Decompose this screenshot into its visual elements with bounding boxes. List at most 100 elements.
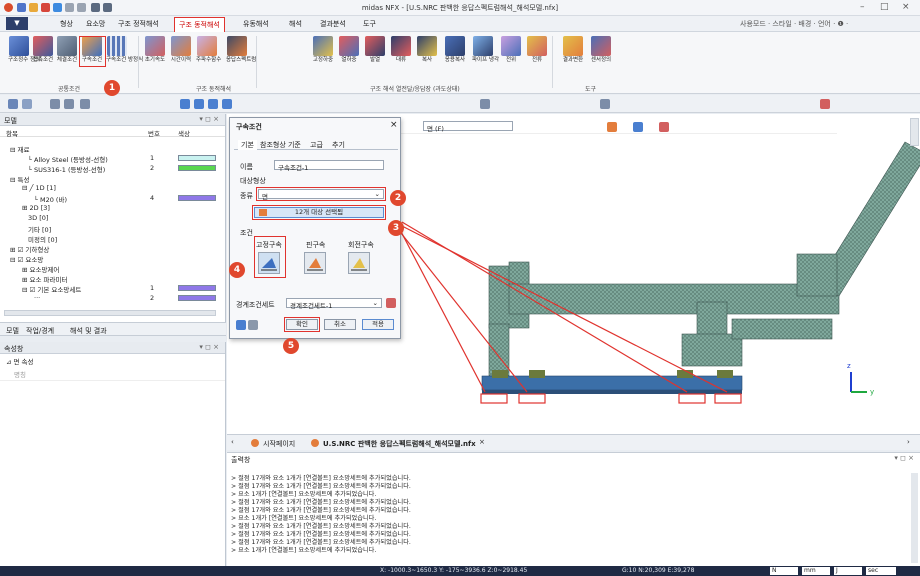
dialog-close-icon[interactable]: × <box>390 120 398 130</box>
time-history-icon <box>171 36 191 56</box>
file-menu-button[interactable]: ▼ <box>6 17 28 30</box>
dialog-info-icon[interactable] <box>248 320 258 330</box>
tab-results[interactable]: 결과분석 <box>320 19 346 29</box>
tab-tools[interactable]: 도구 <box>363 19 376 29</box>
minimize-icon[interactable]: – <box>860 2 865 12</box>
color-swatch[interactable] <box>178 155 216 161</box>
tab-close-icon[interactable]: × <box>479 438 485 446</box>
tree-item-2d[interactable]: ⊞ 2D [3] <box>22 204 50 212</box>
name-input[interactable]: 구속조건-1 <box>274 160 384 172</box>
radiation-button[interactable]: 복사 <box>416 36 438 64</box>
fit-view-icon[interactable] <box>22 99 32 109</box>
tab-mesh[interactable]: 요소망 <box>86 19 105 29</box>
tree-item-mesh-control[interactable]: ⊞ 요소망제어 <box>22 264 59 274</box>
applied-radiation-button[interactable]: 응용복사 <box>444 36 466 64</box>
render-mode-icon[interactable] <box>480 99 490 109</box>
response-spectrum-icon <box>227 36 247 56</box>
time-history-button[interactable]: 시간이력 <box>170 36 192 64</box>
dialog-help-icon[interactable] <box>236 320 246 330</box>
color-swatch[interactable] <box>178 285 216 291</box>
pan-icon[interactable] <box>64 99 74 109</box>
tab-geometry[interactable]: 형상 <box>60 19 73 29</box>
pin-constraint-button[interactable] <box>304 252 326 274</box>
unit-energy-select[interactable]: J <box>834 567 862 575</box>
unit-force-select[interactable]: N <box>770 567 798 575</box>
current-button[interactable]: 전류 <box>526 36 548 64</box>
pipe-cooling-button[interactable]: 파이프 냉각 <box>472 36 499 64</box>
color-swatch[interactable] <box>178 195 216 201</box>
tree-item-1d[interactable]: ⊟ ╱ 1D [1] <box>22 184 56 192</box>
view-iso-icon[interactable] <box>194 99 204 109</box>
color-swatch[interactable] <box>178 295 216 301</box>
row-number: 4 <box>150 194 155 202</box>
panel-pin-icon[interactable]: ▾ ◻ × <box>894 454 914 462</box>
tree-item-more[interactable]: ··· <box>34 294 40 302</box>
output-scrollbar[interactable] <box>911 473 918 563</box>
tab-nav-right-icon[interactable]: › <box>907 438 910 446</box>
panel-pin-icon[interactable]: ▾ ◻ × <box>199 115 219 123</box>
tab-analysis[interactable]: 해석 <box>289 19 302 29</box>
fastening-button[interactable]: 체결조건 <box>56 36 78 64</box>
initial-velocity-button[interactable]: 초기속도 <box>144 36 166 64</box>
view-side-icon[interactable] <box>222 99 232 109</box>
maximize-icon[interactable]: □ <box>880 2 889 12</box>
cancel-button[interactable]: 취소 <box>324 319 356 330</box>
structure-constant-button[interactable]: 구조정수 정의· <box>8 36 42 64</box>
tree-scrollbar[interactable] <box>4 310 216 316</box>
measure-icon[interactable] <box>820 99 830 109</box>
panel-pin-icon[interactable]: ▾ ◻ × <box>199 343 219 351</box>
view-front-icon[interactable] <box>180 99 190 109</box>
tab-advanced[interactable]: 고급 <box>310 140 323 150</box>
color-swatch[interactable] <box>178 165 216 171</box>
tab-model[interactable]: 모델 <box>6 326 19 336</box>
viewport-side-tab[interactable] <box>910 118 919 146</box>
response-spectrum-button[interactable]: 응답스펙트럼 <box>226 36 256 64</box>
boundary-set-select[interactable]: 경계조건세트-1 ⌄ <box>286 298 382 310</box>
tree-item-element-parameter[interactable]: ⊞ 요소 파라미터 <box>22 274 67 284</box>
preferences-menu[interactable]: 사용모드 · 스타일 · 배경 · 언어 · ❶ · <box>740 19 848 29</box>
rotation-constraint-button[interactable] <box>348 252 370 274</box>
fixed-load-button[interactable]: 고정하중 <box>312 36 334 64</box>
close-icon[interactable]: × <box>902 2 910 12</box>
potential-button[interactable]: 전위 <box>500 36 522 64</box>
tab-reference[interactable]: 참조형상 기준 <box>260 140 301 150</box>
tab-basic[interactable]: 기본 <box>238 140 257 150</box>
heat-generation-button[interactable]: 발열 <box>364 36 386 64</box>
tab-start-page[interactable]: 시작페이지 <box>263 439 295 449</box>
tree-item-undefined[interactable]: 미정의 [0] <box>28 234 57 244</box>
unit-length-select[interactable]: mm <box>802 567 830 575</box>
sensor-definition-button[interactable]: 센서정의 <box>590 36 612 64</box>
tree-item-m20[interactable]: └ M20 (바) <box>34 194 67 204</box>
view-top-icon[interactable] <box>208 99 218 109</box>
mesh-display-icon[interactable] <box>600 99 610 109</box>
tab-analysis-results[interactable]: 해석 및 결과 <box>70 326 107 336</box>
contact-button[interactable]: 접촉조건 <box>32 36 54 64</box>
frequency-function-button[interactable]: 주파수함수 <box>196 36 221 64</box>
unit-time-select[interactable]: sec <box>866 567 896 575</box>
tab-work-boundary[interactable]: 작업/경계 <box>26 326 54 336</box>
boundary-set-add-icon[interactable] <box>386 298 396 308</box>
tab-static-analysis[interactable]: 구조 정적해석 <box>118 19 159 29</box>
tree-item-material[interactable]: ⊟ 재료 <box>10 144 29 154</box>
tree-item-other[interactable]: 기타 [0] <box>28 224 51 234</box>
tree-item-mesh[interactable]: ⊟ ☑ 요소망 <box>10 254 43 264</box>
tree-item-alloy-steel[interactable]: └ Alloy Steel (등방성-선형) <box>28 154 108 164</box>
heat-load-button[interactable]: 열하중 <box>338 36 360 64</box>
tab-model-file[interactable]: U.S.NRC 판백한 응답스펙트럼해석_해석모델.nfx <box>323 439 476 449</box>
select-icon[interactable] <box>8 99 18 109</box>
tree-item-property[interactable]: ⊟ 특성 <box>10 174 29 184</box>
constraint-equation-button[interactable]: 구속조건 방정식 <box>106 36 143 64</box>
tree-item-geometry[interactable]: ⊞ ☑ 기하형상 <box>10 244 49 254</box>
result-transform-button[interactable]: 결과변환 <box>562 36 584 64</box>
tab-dynamic-analysis[interactable]: 구조 동적해석 <box>174 17 225 33</box>
convection-button[interactable]: 대류 <box>390 36 412 64</box>
tab-nav-left-icon[interactable]: ‹ <box>231 438 234 446</box>
zoom-icon[interactable] <box>50 99 60 109</box>
tab-extra[interactable]: 추기 <box>332 140 345 150</box>
tree-item-sus316[interactable]: └ SUS316-1 (등방성-선형) <box>28 164 105 174</box>
tree-item-3d[interactable]: 3D [0] <box>28 214 48 222</box>
tab-flow-analysis[interactable]: 유동해석 <box>243 19 269 29</box>
rotate-icon[interactable] <box>80 99 90 109</box>
tree-item-default-mesh-set[interactable]: ⊟ ☑ 기본 요소망세트 <box>22 284 81 294</box>
apply-button[interactable]: 적용 <box>362 319 394 330</box>
